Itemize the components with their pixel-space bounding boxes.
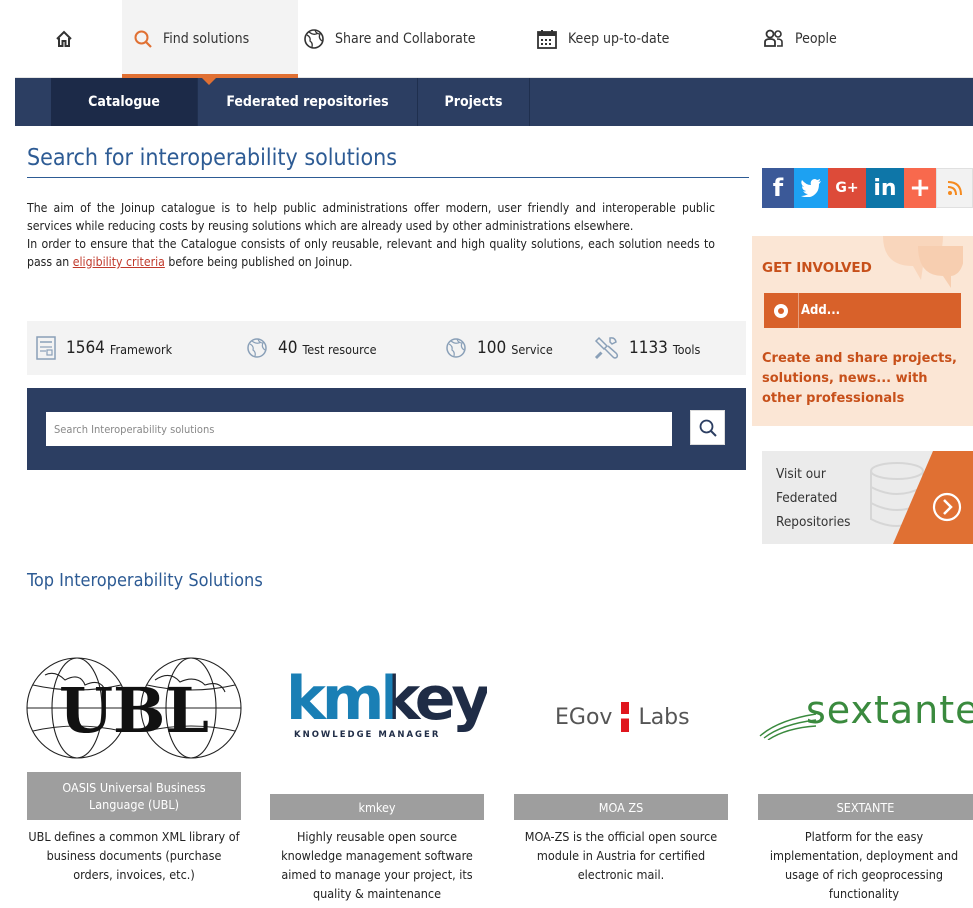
intro-paragraph-2: In order to ensure that the Catalogue co…: [27, 235, 715, 271]
kmkey-logo: kmkey KNOWLEDGE MANAGER: [286, 664, 491, 748]
sub-navigation: Catalogue Federated repositories Project…: [15, 78, 973, 126]
arrow-right-circle-icon: [932, 492, 962, 522]
home-link[interactable]: [15, 0, 122, 78]
get-involved-title: GET INVOLVED: [762, 260, 872, 276]
stat-tools[interactable]: 1133 Tools: [593, 321, 700, 375]
nav-find-solutions[interactable]: Find solutions: [122, 0, 298, 85]
get-involved-panel: GET INVOLVED Add... Create and share pro…: [752, 236, 973, 426]
solution-name-moa-zs[interactable]: MOA ZS: [514, 794, 728, 820]
subnav-projects[interactable]: Projects: [418, 78, 530, 126]
rss-button[interactable]: [936, 168, 973, 208]
rss-icon: [947, 181, 962, 196]
calendar-icon: [537, 30, 557, 49]
stat-service-label: Service: [511, 342, 553, 357]
nav-people-label: People: [795, 31, 837, 47]
linkedin-button[interactable]: in: [866, 168, 904, 208]
solution-desc-ubl: UBL defines a common XML library of busi…: [28, 829, 240, 882]
kmkey-logo-text: kmkey: [286, 664, 491, 734]
add-button-divider: [798, 293, 799, 328]
twitter-icon: [801, 179, 821, 197]
egov-logo-mark: [621, 702, 630, 732]
get-involved-text: Create and share projects, solutions, ne…: [762, 351, 957, 406]
tools-icon: [594, 336, 619, 360]
labs-logo-text: Labs: [638, 704, 690, 730]
subnav-catalogue[interactable]: Catalogue: [51, 78, 198, 126]
solution-name-ubl[interactable]: OASIS Universal Business Language (UBL): [27, 772, 241, 820]
magnifier-icon: [134, 30, 152, 48]
stat-tools-value: 1133: [629, 338, 668, 358]
add-button-label: Add...: [801, 303, 841, 318]
facebook-button[interactable]: f: [762, 168, 794, 208]
solution-stats: 1564 Framework 40 Test resource 100 Serv…: [27, 321, 746, 375]
intro-paragraph-1: The aim of the Joinup catalogue is to he…: [27, 201, 715, 233]
visit-text-line-1: Visit our: [776, 466, 826, 482]
visit-text-line-3: Repositories: [776, 514, 851, 530]
stat-test-resource-value: 40: [278, 338, 298, 358]
googleplus-icon: G+: [835, 180, 859, 196]
visit-text-line-2: Federated: [776, 490, 838, 506]
stat-test-resource[interactable]: 40 Test resource: [246, 321, 377, 375]
search-input[interactable]: [46, 412, 672, 446]
solution-name-kmkey[interactable]: kmkey: [270, 794, 484, 820]
nav-people[interactable]: People: [763, 0, 963, 78]
addthis-icon: +: [909, 173, 931, 203]
document-icon: [36, 336, 56, 360]
intro-2-after: before being published on Joinup.: [164, 255, 353, 269]
linkedin-icon: in: [873, 175, 897, 201]
top-navigation: Find solutions Share and Collaborate Kee…: [15, 0, 973, 85]
solution-desc-sextante: Platform for the easy implementation, de…: [769, 829, 959, 901]
stat-service-value: 100: [477, 338, 507, 358]
egov-labs-logo: EGov Labs: [555, 701, 690, 733]
active-notch: [202, 78, 216, 85]
eligibility-criteria-link[interactable]: eligibility criteria: [73, 255, 165, 269]
subnav-federated-repositories[interactable]: Federated repositories: [198, 78, 418, 126]
sextante-logo-text: sextante: [806, 688, 973, 732]
search-panel: [27, 388, 746, 470]
add-circle-icon: [774, 303, 788, 318]
ubl-logo-text: UBL: [59, 674, 209, 747]
stat-tools-label: Tools: [672, 342, 701, 357]
nav-keep-label: Keep up-to-date: [568, 31, 670, 47]
home-icon: [55, 30, 72, 47]
nav-keep-up-to-date[interactable]: Keep up-to-date: [536, 0, 756, 78]
globe-icon: [446, 338, 466, 358]
search-button[interactable]: [690, 410, 725, 445]
googleplus-button[interactable]: G+: [828, 168, 866, 208]
stat-framework[interactable]: 1564 Framework: [36, 321, 172, 375]
twitter-button[interactable]: [794, 168, 828, 208]
people-icon: [764, 29, 783, 47]
addthis-button[interactable]: +: [904, 168, 936, 208]
solution-desc-kmkey: Highly reusable open source knowledge ma…: [281, 829, 473, 901]
globe-icon: [304, 29, 324, 49]
top-solutions-title: Top Interoperability Solutions: [27, 570, 263, 591]
stat-service[interactable]: 100 Service: [445, 321, 553, 375]
intro-text: The aim of the Joinup catalogue is to he…: [27, 199, 715, 271]
stat-test-resource-label: Test resource: [302, 342, 377, 357]
visit-text: Visit our Federated Repositories: [776, 462, 851, 534]
page-title: Search for interoperability solutions: [27, 145, 749, 178]
nav-share-label: Share and Collaborate: [335, 31, 476, 47]
egov-logo-text: EGov: [555, 704, 613, 730]
solution-name-sextante[interactable]: SEXTANTE: [758, 794, 973, 820]
nav-find-solutions-label: Find solutions: [163, 31, 250, 47]
sextante-logo: sextante: [758, 688, 973, 744]
solution-desc-moa-zs: MOA-ZS is the official open source modul…: [524, 829, 718, 882]
globe-icon: [247, 338, 267, 358]
stat-framework-label: Framework: [109, 342, 173, 357]
ubl-logo: UBL: [26, 657, 242, 759]
nav-share-collaborate[interactable]: Share and Collaborate: [303, 0, 528, 78]
add-button[interactable]: Add...: [764, 293, 961, 328]
search-icon: [699, 419, 717, 437]
visit-federated-repositories[interactable]: Visit our Federated Repositories: [762, 451, 973, 544]
stat-framework-value: 1564: [66, 338, 105, 358]
facebook-icon: f: [772, 174, 784, 202]
